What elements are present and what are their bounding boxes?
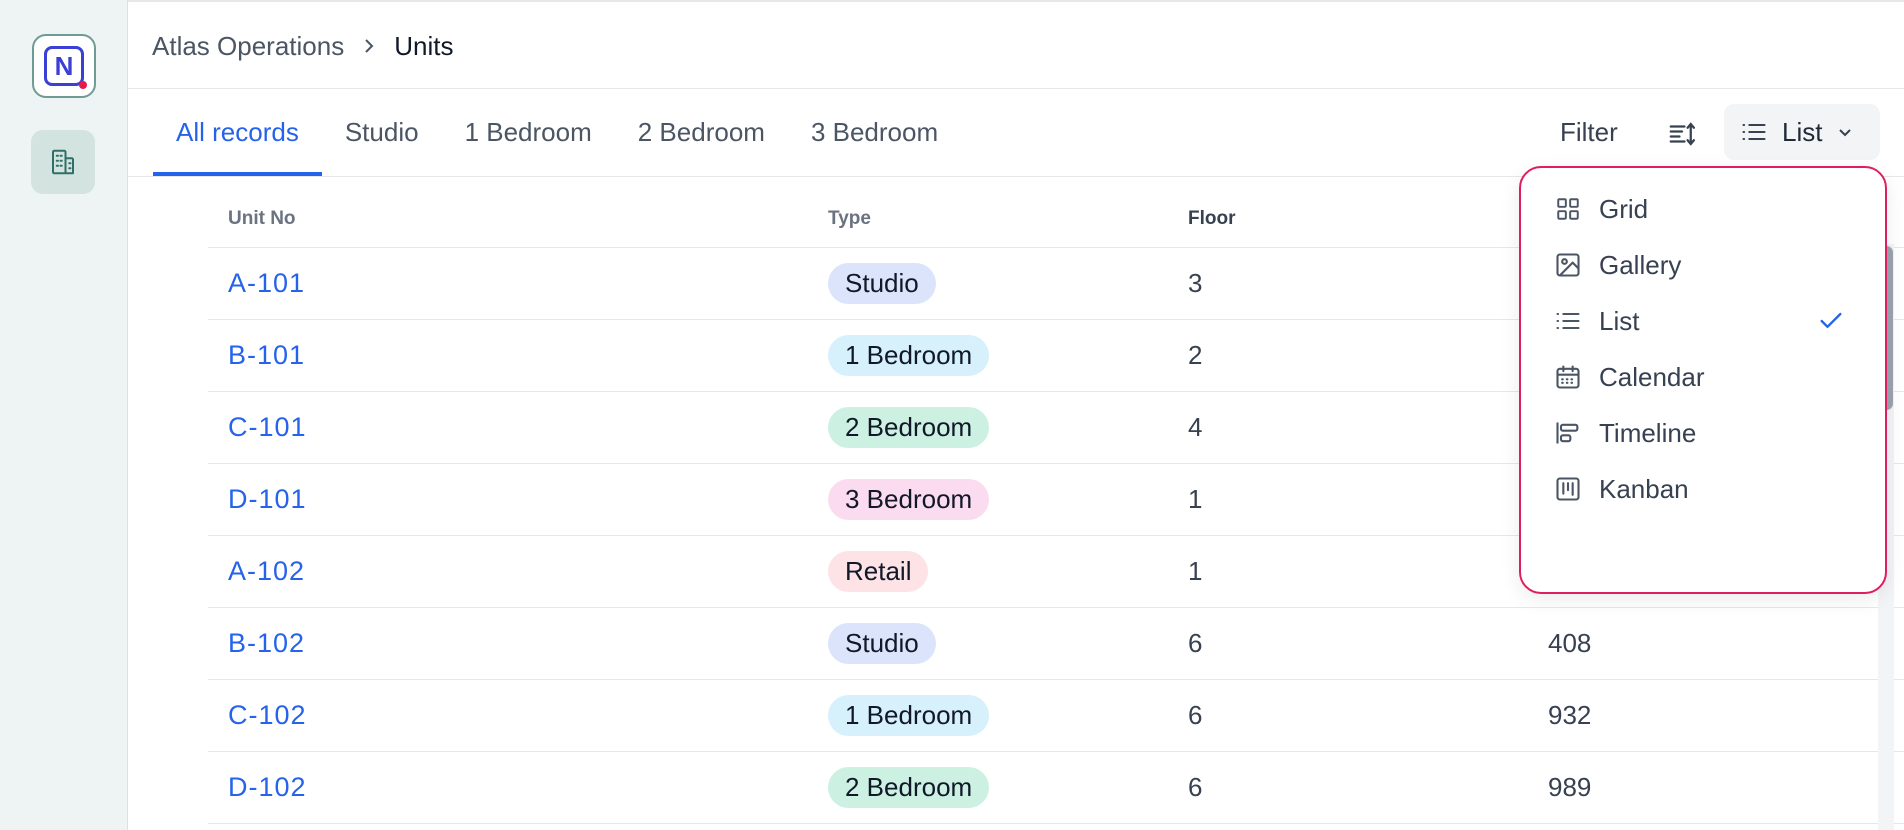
- building-icon: [52, 149, 74, 175]
- sort-icon: [1669, 122, 1695, 146]
- type-cell: 1 Bedroom: [808, 695, 1168, 736]
- unit-no-cell: D-102: [208, 772, 808, 803]
- header-divider: [128, 88, 1904, 89]
- type-badge: 3 Bedroom: [828, 479, 990, 520]
- table-row[interactable]: B-102 Studio 6 408: [208, 608, 1904, 680]
- list-icon: [1553, 306, 1583, 336]
- view-option-kanban[interactable]: Kanban: [1521, 463, 1881, 515]
- breadcrumb: Atlas Operations Units: [152, 28, 453, 64]
- floor-cell: 6: [1188, 700, 1203, 730]
- unit-link[interactable]: A-102: [228, 556, 305, 586]
- list-icon: [1742, 123, 1766, 141]
- unit-link[interactable]: D-101: [228, 484, 307, 514]
- floor-cell: 6: [1188, 628, 1203, 658]
- calendar-icon: [1553, 362, 1583, 392]
- unit-no-cell: B-101: [208, 340, 808, 371]
- unit-link[interactable]: D-102: [228, 772, 307, 802]
- unit-link[interactable]: A-101: [228, 268, 305, 298]
- floor-cell: 6: [1188, 772, 1203, 802]
- column-header-type[interactable]: Type: [808, 208, 1168, 230]
- breadcrumb-current: Units: [394, 30, 454, 61]
- type-cell: 1 Bedroom: [808, 335, 1168, 376]
- check-icon: [1817, 307, 1845, 335]
- column-header-unit-no[interactable]: Unit No: [208, 208, 808, 230]
- unit-no-cell: D-101: [208, 484, 808, 515]
- type-badge: 1 Bedroom: [828, 695, 990, 736]
- column-header-floor[interactable]: Floor: [1168, 208, 1528, 230]
- type-badge: Studio: [828, 263, 936, 304]
- table-row[interactable]: D-102 2 Bedroom 6 989: [208, 752, 1904, 824]
- unit-no-cell: A-102: [208, 556, 808, 587]
- view-switcher-label: List: [1782, 116, 1823, 147]
- unit-link[interactable]: C-102: [228, 700, 307, 730]
- unit-link[interactable]: B-101: [228, 340, 305, 370]
- type-cell: 2 Bedroom: [808, 767, 1168, 808]
- unit-no-cell: C-102: [208, 700, 808, 731]
- chevron-down-icon: [1836, 123, 1854, 141]
- type-badge: Retail: [828, 551, 929, 592]
- type-cell: Studio: [808, 263, 1168, 304]
- sidebar-item-buildings[interactable]: [31, 130, 95, 194]
- tab-3-bedroom[interactable]: 3 Bedroom: [788, 112, 961, 176]
- breadcrumb-root[interactable]: Atlas Operations: [152, 31, 344, 62]
- type-cell: Retail: [808, 551, 1168, 592]
- view-option-timeline[interactable]: Timeline: [1521, 407, 1881, 459]
- type-badge: 2 Bedroom: [828, 407, 990, 448]
- view-option-gallery[interactable]: Gallery: [1521, 239, 1881, 291]
- table-row[interactable]: C-102 1 Bedroom 6 932: [208, 680, 1904, 752]
- image-icon: [1553, 250, 1583, 280]
- unit-no-cell: A-101: [208, 268, 808, 299]
- view-option-label: Grid: [1599, 193, 1649, 224]
- floor-cell: 1: [1188, 484, 1203, 514]
- record-tabs: All records Studio 1 Bedroom 2 Bedroom 3…: [153, 112, 961, 176]
- top-border: [128, 0, 1904, 2]
- type-badge: Studio: [828, 623, 936, 664]
- unit-no-cell: C-101: [208, 412, 808, 443]
- view-option-calendar[interactable]: Calendar: [1521, 351, 1881, 403]
- timeline-icon: [1553, 418, 1583, 448]
- floor-cell: 4: [1188, 412, 1203, 442]
- view-option-label: Calendar: [1599, 361, 1705, 392]
- view-option-label: List: [1599, 305, 1640, 336]
- app-logo[interactable]: N: [32, 34, 96, 98]
- tab-all-records[interactable]: All records: [153, 112, 322, 176]
- extra-cell: 932: [1548, 700, 1592, 730]
- logo-dot: [79, 81, 87, 89]
- extra-cell: 989: [1548, 772, 1592, 802]
- view-option-list[interactable]: List: [1521, 295, 1881, 347]
- type-badge: 1 Bedroom: [828, 335, 990, 376]
- floor-cell: 3: [1188, 268, 1203, 298]
- filter-button[interactable]: Filter: [1545, 112, 1633, 152]
- grid-icon: [1553, 194, 1583, 224]
- tab-1-bedroom[interactable]: 1 Bedroom: [442, 112, 615, 176]
- unit-link[interactable]: B-102: [228, 628, 305, 658]
- type-cell: 2 Bedroom: [808, 407, 1168, 448]
- view-option-grid[interactable]: Grid: [1521, 183, 1881, 235]
- unit-link[interactable]: C-101: [228, 412, 307, 442]
- view-option-label: Timeline: [1599, 417, 1697, 448]
- kanban-icon: [1553, 474, 1583, 504]
- unit-no-cell: B-102: [208, 628, 808, 659]
- type-cell: Studio: [808, 623, 1168, 664]
- type-badge: 2 Bedroom: [828, 767, 990, 808]
- floor-cell: 1: [1188, 556, 1203, 586]
- view-menu: Grid Gallery List Calendar Timeline Kanb…: [1519, 166, 1887, 594]
- chevron-right-icon: [362, 36, 376, 56]
- sidebar: N: [0, 0, 128, 830]
- logo-n-icon: N: [44, 46, 87, 89]
- sort-button[interactable]: [1662, 114, 1702, 154]
- tab-studio[interactable]: Studio: [322, 112, 442, 176]
- type-cell: 3 Bedroom: [808, 479, 1168, 520]
- view-switcher-button[interactable]: List: [1724, 104, 1880, 160]
- floor-cell: 2: [1188, 340, 1203, 370]
- view-option-label: Kanban: [1599, 473, 1689, 504]
- tab-2-bedroom[interactable]: 2 Bedroom: [615, 112, 788, 176]
- extra-cell: 408: [1548, 628, 1592, 658]
- view-option-label: Gallery: [1599, 249, 1682, 280]
